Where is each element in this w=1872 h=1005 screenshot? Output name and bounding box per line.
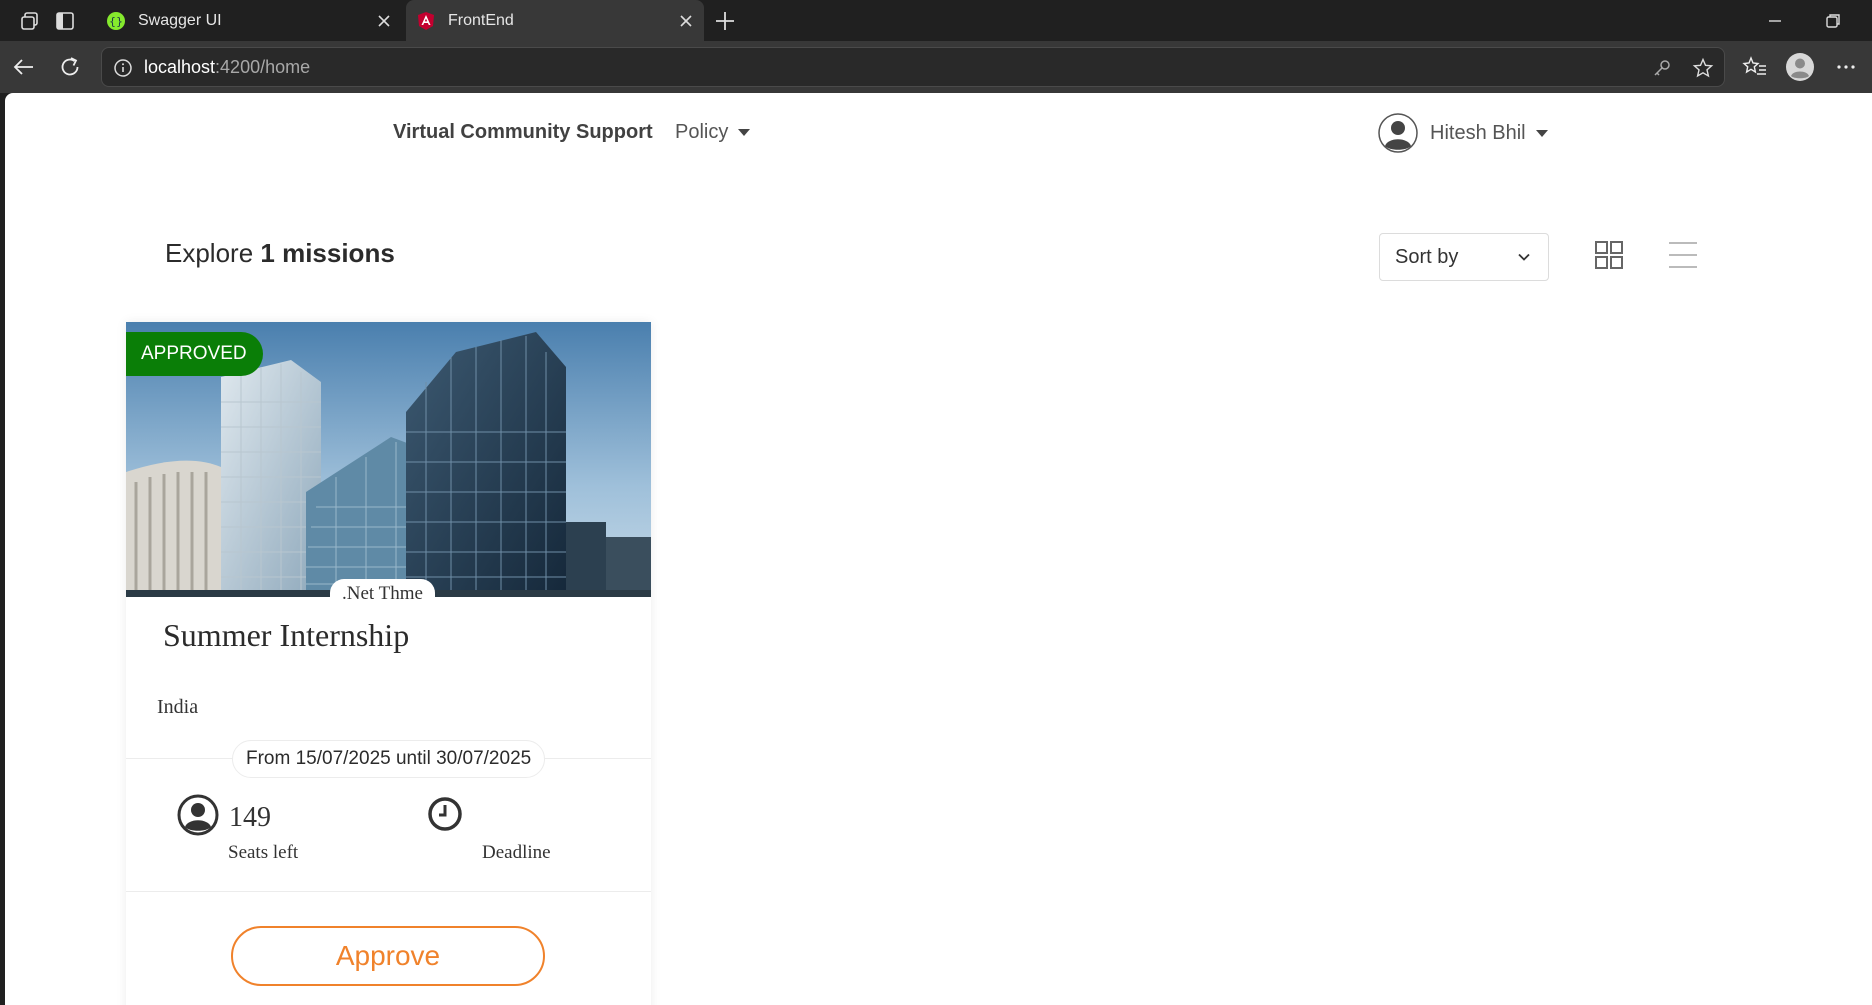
address-bar-row: localhost:4200/home: [0, 41, 1872, 93]
tab-title: Swagger UI: [138, 11, 222, 29]
mission-count: 1 missions: [260, 238, 395, 268]
vertical-tabs-icon[interactable]: [54, 10, 76, 32]
explore-heading: Explore 1 missions: [165, 238, 395, 269]
status-badge: APPROVED: [126, 332, 263, 376]
close-tab-icon[interactable]: [376, 13, 392, 29]
url-path: :4200/home: [215, 57, 311, 77]
back-arrow-icon[interactable]: [11, 54, 37, 80]
new-tab-icon[interactable]: [712, 8, 738, 34]
mission-card: APPROVED .Net Thme Summer Internship Ind…: [126, 322, 651, 1005]
policy-dropdown[interactable]: Policy: [675, 121, 751, 144]
user-avatar-icon: [1378, 113, 1418, 153]
browser-tab-bar: {} Swagger UI FrontEnd: [0, 0, 1872, 41]
tab-swagger-ui[interactable]: {} Swagger UI: [96, 0, 402, 41]
mission-date-range: From 15/07/2025 until 30/07/2025: [232, 740, 546, 778]
mission-theme-chip: .Net Thme: [330, 579, 435, 609]
seats-left-label: Seats left: [228, 842, 299, 863]
seats-left-count: 149: [229, 802, 271, 833]
mission-title[interactable]: Summer Internship: [163, 617, 409, 654]
deadline-label: Deadline: [482, 842, 551, 863]
grid-view-icon[interactable]: [1593, 239, 1625, 271]
sort-by-label: Sort by: [1395, 245, 1459, 268]
more-options-icon[interactable]: [1833, 54, 1859, 80]
caret-down-icon: [738, 129, 751, 136]
password-key-icon[interactable]: [1651, 57, 1673, 79]
sort-by-dropdown[interactable]: Sort by: [1379, 233, 1549, 281]
page-viewport: Virtual Community Support Policy Hitesh …: [5, 93, 1872, 1005]
workspaces-icon[interactable]: [19, 10, 41, 32]
minimize-icon[interactable]: [1764, 10, 1786, 32]
swagger-favicon-icon: {}: [107, 11, 125, 30]
svg-text:{}: {}: [109, 15, 123, 28]
tab-frontend[interactable]: FrontEnd: [406, 0, 704, 41]
policy-label: Policy: [675, 121, 729, 143]
restore-icon[interactable]: [1822, 10, 1844, 32]
favorites-list-icon[interactable]: [1742, 54, 1768, 80]
angular-favicon-icon: [418, 11, 434, 30]
caret-down-icon: [1535, 129, 1548, 137]
close-tab-icon[interactable]: [678, 13, 694, 29]
profile-avatar-icon[interactable]: [1785, 52, 1815, 82]
deadline-clock-icon: [428, 797, 462, 831]
list-view-icon[interactable]: [1667, 239, 1699, 271]
approve-button[interactable]: Approve: [231, 926, 545, 986]
tab-title: FrontEnd: [448, 11, 514, 29]
mission-location: India: [157, 696, 199, 718]
favorite-star-icon[interactable]: [1692, 57, 1714, 79]
seats-user-icon: [177, 794, 219, 836]
url-host: localhost: [144, 57, 216, 77]
url-text: localhost:4200/home: [144, 57, 310, 78]
navbar-brand[interactable]: Virtual Community Support: [393, 121, 653, 144]
user-menu[interactable]: Hitesh Bhil: [1378, 113, 1548, 153]
chevron-down-icon: [1518, 253, 1530, 261]
explore-prefix: Explore: [165, 238, 254, 268]
divider: [126, 891, 651, 892]
refresh-icon[interactable]: [57, 54, 83, 80]
url-bar[interactable]: localhost:4200/home: [101, 47, 1725, 87]
user-name: Hitesh Bhil: [1430, 121, 1526, 144]
site-info-icon[interactable]: [113, 58, 133, 78]
